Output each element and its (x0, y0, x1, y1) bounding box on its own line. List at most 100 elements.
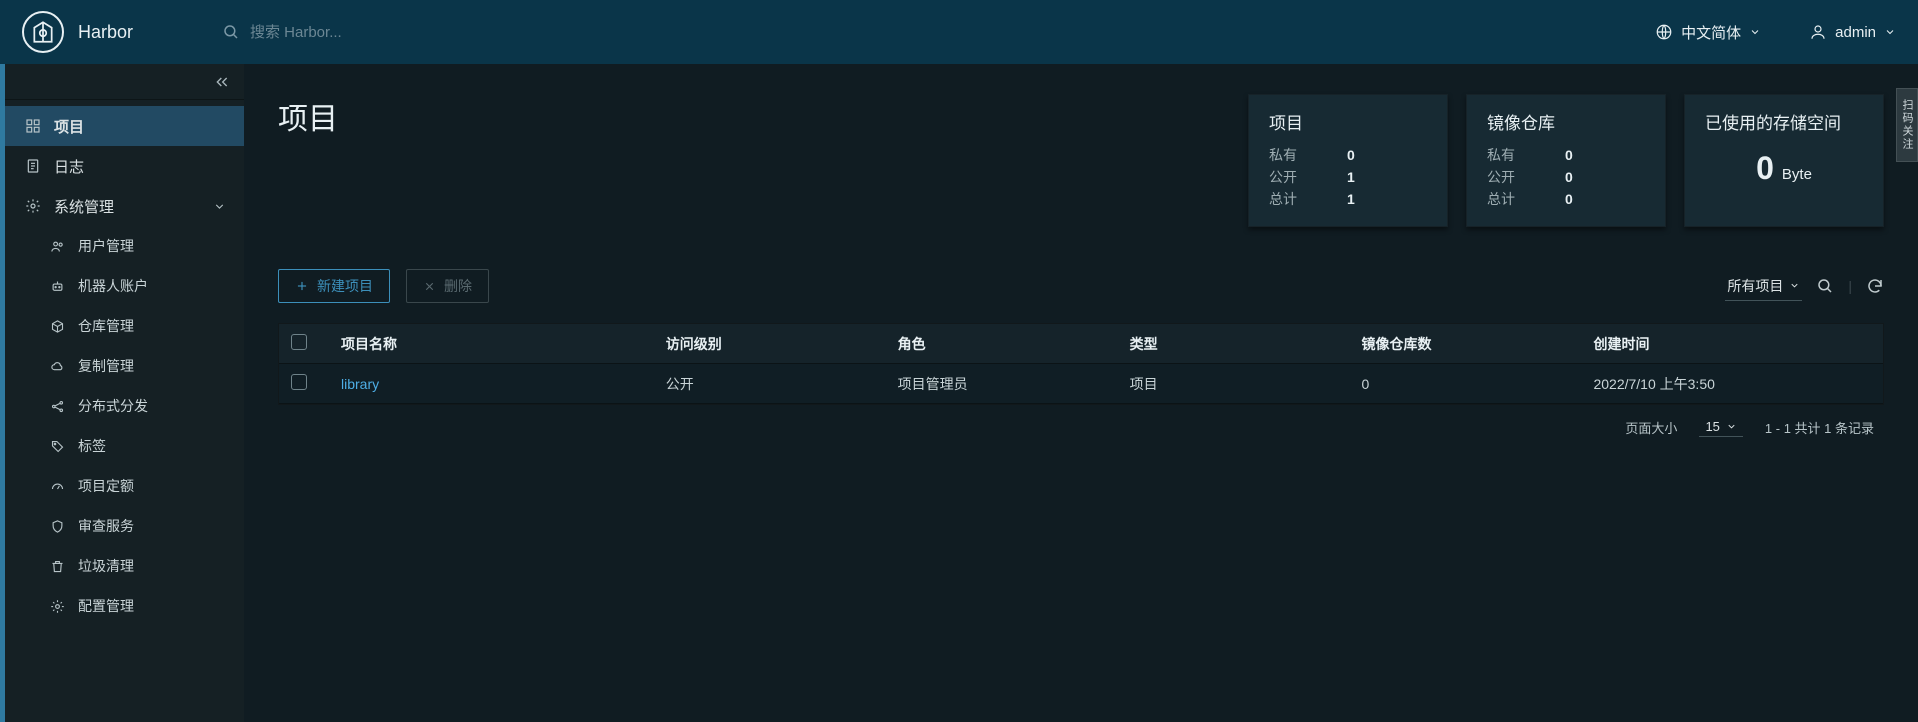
refresh-button[interactable] (1866, 277, 1884, 295)
sidebar-item-quotas[interactable]: 项目定额 (0, 466, 244, 506)
sidebar-item-label: 项目定额 (78, 476, 134, 496)
cog-icon (24, 198, 42, 214)
stat-value: 1 (1347, 188, 1355, 210)
button-label: 新建项目 (317, 276, 373, 296)
stat-label: 总计 (1269, 188, 1297, 210)
stat-label: 公开 (1487, 166, 1515, 188)
harbor-logo-icon (22, 11, 64, 53)
col-role[interactable]: 角色 (886, 334, 1118, 354)
stat-label: 私有 (1487, 144, 1515, 166)
brand[interactable]: Harbor (22, 11, 212, 53)
table-header: 项目名称 访问级别 角色 类型 镜像仓库数 创建时间 (279, 324, 1883, 364)
gauge-icon (48, 479, 66, 494)
chevron-down-icon (1884, 26, 1896, 38)
stat-label: 私有 (1269, 144, 1297, 166)
page-size-value: 15 (1705, 419, 1719, 434)
card-title: 镜像仓库 (1487, 109, 1645, 134)
sidebar-item-distribution[interactable]: 分布式分发 (0, 386, 244, 426)
language-label: 中文简体 (1681, 22, 1741, 43)
trash-icon (48, 559, 66, 574)
sidebar-item-labels[interactable]: 标签 (0, 426, 244, 466)
search-input[interactable] (250, 24, 630, 41)
page-summary: 1 - 1 共计 1 条记录 (1765, 418, 1874, 437)
row-checkbox[interactable] (291, 374, 307, 390)
cell-created: 2022/7/10 上午3:50 (1581, 374, 1883, 394)
cell-role: 项目管理员 (886, 374, 1118, 394)
globe-icon (1655, 23, 1673, 41)
sidebar-item-label: 审查服务 (78, 516, 134, 536)
delete-button[interactable]: 删除 (406, 269, 489, 303)
user-menu[interactable]: admin (1809, 23, 1896, 41)
stat-value: 1 (1347, 166, 1355, 188)
card-storage: 已使用的存储空间 0 Byte (1684, 94, 1884, 227)
col-type[interactable]: 类型 (1118, 334, 1350, 354)
cell-access: 公开 (654, 374, 886, 394)
chevron-down-icon (1749, 26, 1761, 38)
col-name[interactable]: 项目名称 (329, 334, 654, 354)
sidebar-item-gc[interactable]: 垃圾清理 (0, 546, 244, 586)
users-icon (48, 239, 66, 254)
storage-value: 0 (1756, 150, 1774, 187)
card-projects: 项目 私有0 公开1 总计1 (1248, 94, 1448, 227)
new-project-button[interactable]: 新建项目 (278, 269, 390, 303)
user-name: admin (1835, 24, 1876, 41)
sidebar-item-admin[interactable]: 系统管理 (0, 186, 244, 226)
page-size-select[interactable]: 15 (1699, 417, 1742, 437)
gear-icon (48, 599, 66, 614)
sidebar-item-replication[interactable]: 复制管理 (0, 346, 244, 386)
storage-unit: Byte (1782, 166, 1812, 183)
col-created[interactable]: 创建时间 (1581, 334, 1883, 354)
sidebar-item-label: 标签 (78, 436, 106, 456)
stat-value: 0 (1565, 166, 1573, 188)
cube-icon (48, 319, 66, 334)
stat-value: 0 (1565, 188, 1573, 210)
project-link[interactable]: library (341, 376, 379, 392)
card-title: 项目 (1269, 109, 1427, 134)
side-floating-tab[interactable]: 扫码关注 (1896, 88, 1918, 162)
pagination: 页面大小 15 1 - 1 共计 1 条记录 (278, 405, 1884, 441)
global-search[interactable] (222, 23, 642, 41)
app-name: Harbor (78, 22, 133, 43)
sidebar-item-projects[interactable]: 项目 (0, 106, 244, 146)
sidebar-item-label: 机器人账户 (78, 276, 148, 296)
sidebar-item-label: 日志 (54, 156, 84, 177)
page-title: 项目 (278, 94, 338, 138)
sidebar-item-label: 系统管理 (54, 196, 114, 217)
cloud-icon (48, 359, 66, 374)
toolbar: 新建项目 删除 所有项目 | (278, 269, 1884, 303)
sidebar-item-label: 复制管理 (78, 356, 134, 376)
chevron-down-icon (1789, 280, 1800, 291)
chevron-down-icon (1726, 421, 1737, 432)
card-title: 已使用的存储空间 (1705, 109, 1863, 134)
grid-icon (24, 118, 42, 134)
sidebar-item-users[interactable]: 用户管理 (0, 226, 244, 266)
sidebar-item-audit[interactable]: 审查服务 (0, 506, 244, 546)
button-label: 删除 (444, 276, 472, 296)
chevron-down-icon (213, 200, 226, 213)
search-toggle-button[interactable] (1816, 277, 1834, 295)
document-icon (24, 158, 42, 174)
main-content: 项目 项目 私有0 公开1 总计1 镜像仓库 私有0 公开0 总计0 已使用的存… (244, 64, 1918, 722)
sidebar-collapse-button[interactable] (0, 64, 244, 100)
sidebar-item-config[interactable]: 配置管理 (0, 586, 244, 626)
stat-value: 0 (1347, 144, 1355, 166)
filter-label: 所有项目 (1727, 276, 1783, 296)
sidebar-item-logs[interactable]: 日志 (0, 146, 244, 186)
sidebar-item-label: 仓库管理 (78, 316, 134, 336)
sidebar-item-label: 垃圾清理 (78, 556, 134, 576)
filter-select[interactable]: 所有项目 (1725, 272, 1802, 301)
sidebar-item-label: 分布式分发 (78, 396, 148, 416)
language-selector[interactable]: 中文简体 (1655, 22, 1761, 43)
col-repo-count[interactable]: 镜像仓库数 (1350, 334, 1582, 354)
projects-table: 项目名称 访问级别 角色 类型 镜像仓库数 创建时间 library 公开 项目… (278, 323, 1884, 405)
plus-icon (295, 279, 309, 293)
sidebar-item-label: 配置管理 (78, 596, 134, 616)
tag-icon (48, 439, 66, 454)
select-all-checkbox[interactable] (291, 334, 307, 350)
col-access[interactable]: 访问级别 (654, 334, 886, 354)
sidebar-item-robots[interactable]: 机器人账户 (0, 266, 244, 306)
sidebar-item-repos[interactable]: 仓库管理 (0, 306, 244, 346)
double-chevron-left-icon (214, 74, 230, 90)
robot-icon (48, 279, 66, 294)
user-icon (1809, 23, 1827, 41)
